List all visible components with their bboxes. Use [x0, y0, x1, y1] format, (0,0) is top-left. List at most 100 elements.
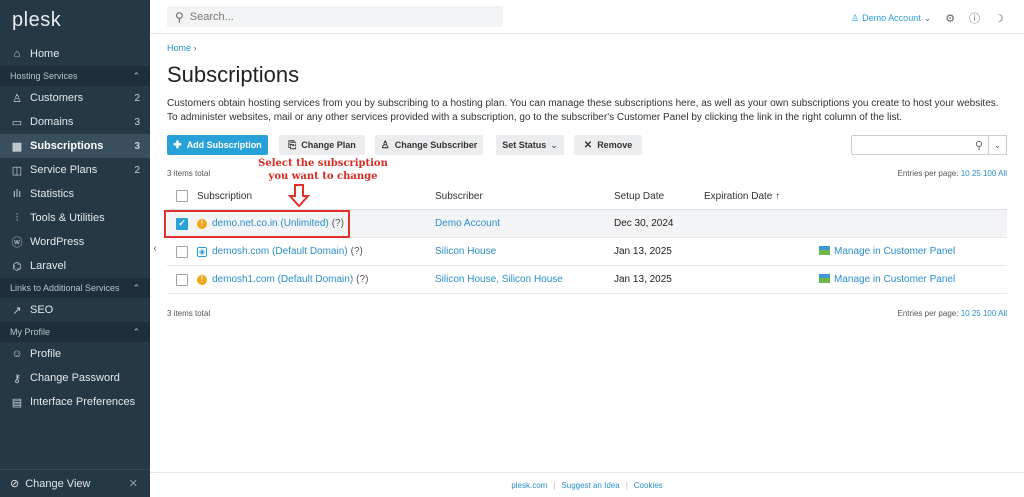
- chevron-down-icon: ⌄: [550, 139, 558, 150]
- sidebar-section-hosting-services[interactable]: Hosting Services ⌃: [0, 66, 150, 86]
- sidebar-section-additional-services[interactable]: Links to Additional Services ⌃: [0, 278, 150, 298]
- laravel-icon: ⌬: [12, 260, 22, 273]
- annotation-text: Select the subscription you want to chan…: [243, 157, 403, 183]
- column-setup-date[interactable]: Setup Date: [614, 191, 704, 202]
- per-page-100[interactable]: 100: [983, 309, 996, 318]
- column-subscriber[interactable]: Subscriber: [435, 191, 614, 202]
- section-title: Hosting Services: [10, 71, 78, 81]
- button-label: Change Subscriber: [394, 140, 478, 150]
- change-plan-button[interactable]: ⎘ Change Plan: [279, 135, 365, 155]
- select-all-checkbox[interactable]: [176, 190, 188, 202]
- breadcrumb-home[interactable]: Home: [167, 43, 191, 53]
- sidebar-item-count: 3: [134, 140, 140, 152]
- change-subscriber-button[interactable]: ♙ Change Subscriber: [375, 135, 483, 155]
- footer-link-plesk[interactable]: plesk.com: [511, 481, 547, 490]
- table-row[interactable]: ◉ demosh.com (Default Domain) (?) Silico…: [167, 238, 1007, 266]
- sidebar-item-seo[interactable]: ↗ SEO: [0, 298, 150, 322]
- manage-in-customer-panel-link[interactable]: Manage in Customer Panel: [834, 246, 955, 257]
- button-label: Change Plan: [301, 140, 356, 150]
- column-subscription[interactable]: Subscription: [197, 191, 435, 202]
- sidebar-item-count: 2: [134, 164, 140, 176]
- sidebar-collapse-handle[interactable]: ‹: [150, 238, 160, 258]
- per-page-all[interactable]: All: [998, 169, 1007, 178]
- seo-icon: ↗: [12, 304, 22, 317]
- per-page-25[interactable]: 25: [972, 169, 981, 178]
- subscription-link[interactable]: demosh.com (Default Domain): [212, 246, 348, 257]
- sidebar-item-customers[interactable]: ♙ Customers 2: [0, 86, 150, 110]
- sidebar-item-statistics[interactable]: ılı Statistics: [0, 182, 150, 206]
- sidebar-item-home[interactable]: ⌂ Home: [0, 42, 150, 66]
- row-checkbox[interactable]: [176, 273, 188, 286]
- sidebar-section-my-profile[interactable]: My Profile ⌃: [0, 322, 150, 342]
- section-title: My Profile: [10, 327, 51, 337]
- manage-in-customer-panel-link[interactable]: Manage in Customer Panel: [834, 274, 955, 285]
- sidebar-item-service-plans[interactable]: ◫ Service Plans 2: [0, 158, 150, 182]
- column-expiration-date[interactable]: Expiration Date ↑: [704, 191, 819, 202]
- subscriber-link[interactable]: Silicon House: [435, 246, 496, 257]
- extensions-icon[interactable]: ⚙: [945, 12, 955, 25]
- grid-icon: ▦: [11, 140, 23, 153]
- change-view-button[interactable]: ⊘ Change View ✕: [0, 469, 150, 497]
- chevron-right-icon: ›: [193, 43, 197, 53]
- footer-link-cookies[interactable]: Cookies: [634, 481, 663, 490]
- close-icon[interactable]: ✕: [129, 477, 138, 490]
- account-menu[interactable]: ♙ Demo Account ⌄: [851, 13, 931, 24]
- sidebar-item-change-password[interactable]: ⚷ Change Password: [0, 366, 150, 390]
- breadcrumb[interactable]: Home ›: [167, 43, 197, 53]
- page-title: Subscriptions: [167, 62, 300, 87]
- dark-mode-icon[interactable]: ☽: [994, 12, 1004, 25]
- top-header: ⚲ Search... ♙ Demo Account ⌄ ⚙ ⓘ ☽: [150, 0, 1024, 34]
- setup-date: Jan 13, 2025: [614, 274, 672, 285]
- sidebar-item-label: Subscriptions: [30, 140, 104, 152]
- sidebar-item-label: Profile: [30, 348, 62, 360]
- home-icon: ⌂: [13, 48, 21, 60]
- subscription-link[interactable]: demosh1.com (Default Domain): [212, 274, 353, 285]
- subscriber-extra[interactable]: , Silicon House: [496, 274, 563, 285]
- domain-icon: ◉: [197, 246, 207, 257]
- per-page-10[interactable]: 10: [961, 309, 970, 318]
- sidebar-item-laravel[interactable]: ⌬ Laravel: [0, 254, 150, 278]
- change-plan-icon: ⎘: [288, 139, 297, 151]
- chevron-up-icon: ⌃: [132, 282, 140, 293]
- help-link[interactable]: (?): [356, 274, 368, 285]
- chevron-up-icon: ⌃: [132, 70, 140, 81]
- sidebar-item-label: Statistics: [30, 188, 75, 200]
- annotation-line-2: you want to change: [268, 171, 378, 182]
- footer-link-suggest-idea[interactable]: Suggest an Idea: [561, 481, 619, 490]
- subscriber-link[interactable]: Silicon House: [435, 274, 496, 285]
- sidebar-item-tools-utilities[interactable]: ⫶ Tools & Utilities: [0, 206, 150, 230]
- search-input[interactable]: ⚲ Search...: [167, 6, 503, 27]
- add-subscription-button[interactable]: ✚ Add Subscription: [167, 135, 268, 155]
- bar-chart-icon: ılı: [12, 188, 22, 200]
- chevron-down-icon: ⌄: [994, 140, 1001, 150]
- sidebar: plesk ⌂ Home Hosting Services ⌃ ♙ Custom…: [0, 0, 150, 497]
- sidebar-item-label: Tools & Utilities: [30, 212, 105, 224]
- sidebar-item-wordpress[interactable]: ⓦ WordPress: [0, 230, 150, 254]
- footer-separator: |: [553, 480, 556, 490]
- subscriber-link[interactable]: Demo Account: [435, 218, 500, 229]
- annotation-arrow-icon: [288, 184, 310, 208]
- remove-button[interactable]: ✕ Remove: [574, 135, 642, 155]
- list-search-input[interactable]: ⚲: [851, 135, 989, 155]
- per-page-all[interactable]: All: [998, 309, 1007, 318]
- help-icon[interactable]: ⓘ: [969, 10, 980, 26]
- per-page-25[interactable]: 25: [972, 309, 981, 318]
- sidebar-item-profile[interactable]: ☺ Profile: [0, 342, 150, 366]
- sidebar-item-label: Home: [30, 48, 60, 60]
- sliders-icon: ⫶: [15, 211, 19, 224]
- sidebar-item-domains[interactable]: ▭ Domains 3: [0, 110, 150, 134]
- help-link[interactable]: (?): [351, 246, 363, 257]
- row-checkbox[interactable]: [176, 245, 188, 258]
- per-page-10[interactable]: 10: [961, 169, 970, 178]
- button-label: Add Subscription: [186, 140, 262, 150]
- table-row[interactable]: ! demosh1.com (Default Domain) (?) Silic…: [167, 266, 1007, 294]
- plesk-logo[interactable]: plesk: [0, 0, 150, 42]
- set-status-button[interactable]: Set Status ⌄: [496, 135, 564, 155]
- sidebar-item-subscriptions[interactable]: ▦ Subscriptions 3: [0, 134, 150, 158]
- sidebar-item-interface-preferences[interactable]: ▤ Interface Preferences: [0, 390, 150, 414]
- search-icon: ⚲: [175, 9, 184, 24]
- list-search-dropdown[interactable]: ⌄: [989, 135, 1007, 155]
- entries-per-page-bottom: Entries per page: 10 25 100 All: [898, 309, 1007, 318]
- sidebar-item-label: Customers: [30, 92, 84, 104]
- per-page-100[interactable]: 100: [983, 169, 996, 178]
